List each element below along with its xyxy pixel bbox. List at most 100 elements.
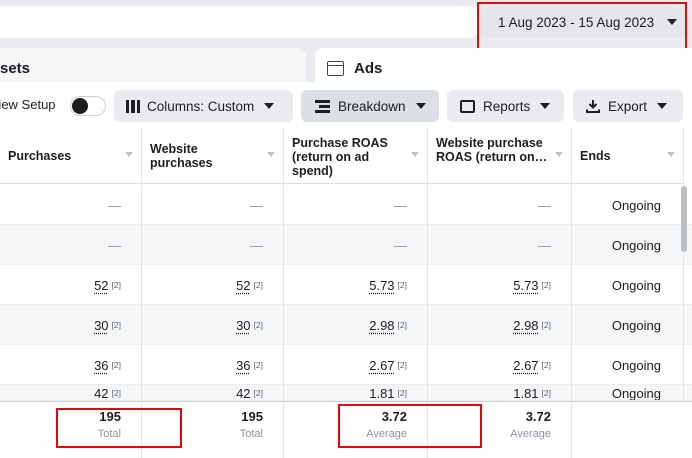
table-row[interactable]: — — — — Ongoing	[0, 225, 692, 265]
highlight-average-roas	[338, 404, 482, 448]
value[interactable]: 42	[236, 386, 250, 401]
header-label: Website purchases	[150, 142, 261, 170]
columns-icon	[126, 100, 140, 113]
cell-website-purchases: 42 [2]	[142, 385, 284, 401]
view-setup-label: View Setup	[0, 97, 56, 112]
header-label: Purchase ROAS (return on ad spend)	[292, 136, 405, 178]
breakdown-label: Breakdown	[338, 99, 406, 114]
cell-purchase-roas: 1.81 [2]	[284, 385, 428, 401]
highlight-total-purchases	[56, 408, 182, 448]
export-button[interactable]: Export	[573, 90, 683, 122]
value[interactable]: 30	[94, 318, 108, 333]
download-icon	[586, 99, 600, 113]
sort-icon	[125, 152, 133, 157]
footnote: [2]	[398, 280, 407, 290]
table-row[interactable]: 30 [2] 30 [2] 2.98 [2] 2.98 [2] Ongoing	[0, 305, 692, 345]
value[interactable]: 36	[236, 358, 250, 373]
breakdown-button[interactable]: Breakdown	[301, 90, 439, 122]
cell-purchases: —	[0, 185, 142, 225]
value[interactable]: 5.73	[369, 278, 394, 293]
footnote: [2]	[542, 388, 551, 398]
chevron-down-icon	[540, 103, 550, 109]
breakdown-icon	[315, 100, 330, 113]
value[interactable]: 52	[236, 278, 250, 293]
cell-purchase-roas: —	[284, 185, 428, 225]
chevron-down-icon	[657, 103, 667, 109]
value[interactable]: 1.81	[513, 386, 538, 401]
sort-icon	[667, 152, 675, 157]
view-setup-toggle[interactable]	[70, 96, 106, 116]
footnote: [2]	[112, 388, 121, 398]
column-header-website-purchases[interactable]: Website purchases	[142, 128, 284, 184]
tab-ad-sets-label: sets	[0, 60, 30, 77]
value[interactable]: 5.73	[513, 278, 538, 293]
footnote: [2]	[254, 388, 263, 398]
footnote: [2]	[398, 360, 407, 370]
cell-ends: Ongoing	[572, 265, 684, 305]
vertical-scrollbar[interactable]	[681, 186, 687, 252]
column-header-ends[interactable]: Ends	[572, 128, 684, 184]
value[interactable]: 2.98	[513, 318, 538, 333]
cell-purchase-roas: —	[284, 225, 428, 265]
value[interactable]: 2.67	[369, 358, 394, 373]
column-header-purchases[interactable]: Purchases	[0, 128, 142, 184]
cell-website-roas: 1.81 [2]	[428, 385, 572, 401]
cell-website-purchases: —	[142, 185, 284, 225]
reports-button[interactable]: Reports	[447, 90, 564, 122]
tab-ads-label: Ads	[354, 60, 382, 77]
reports-label: Reports	[483, 99, 530, 114]
sort-icon	[555, 152, 563, 157]
cell-purchase-roas: 2.67 [2]	[284, 345, 428, 385]
chevron-down-icon	[264, 103, 274, 109]
search-bar[interactable]	[0, 6, 478, 38]
cell-ends: Ongoing	[572, 385, 684, 401]
cell-purchases: 42 [2]	[0, 385, 142, 401]
footnote: [2]	[112, 360, 121, 370]
header-label: Ends	[580, 149, 611, 163]
cell-website-purchases: 30 [2]	[142, 305, 284, 345]
cell-website-roas: —	[428, 185, 572, 225]
value[interactable]: 42	[94, 386, 108, 401]
cell-purchases: —	[0, 225, 142, 265]
value[interactable]: 2.67	[513, 358, 538, 373]
cell-ends: Ongoing	[572, 305, 684, 345]
cell-purchases: 52 [2]	[0, 265, 142, 305]
footnote: [2]	[254, 360, 263, 370]
cell-purchases: 30 [2]	[0, 305, 142, 345]
column-header-website-purchase-roas[interactable]: Website purchase ROAS (return on…	[428, 128, 572, 184]
footnote: [2]	[112, 320, 121, 330]
value[interactable]: 30	[236, 318, 250, 333]
table-row[interactable]: 42 [2] 42 [2] 1.81 [2] 1.81 [2] Ongoing	[0, 385, 692, 401]
columns-button[interactable]: Columns: Custom	[114, 90, 293, 122]
toolbar: View Setup Columns: Custom Breakdown Rep…	[0, 82, 692, 128]
footnote: [2]	[254, 280, 263, 290]
cell-ends: Ongoing	[572, 345, 684, 385]
footnote: [2]	[254, 320, 263, 330]
value[interactable]: 52	[94, 278, 108, 293]
table-row[interactable]: — — — — Ongoing	[0, 185, 692, 225]
reports-icon	[460, 100, 475, 113]
footnote: [2]	[398, 388, 407, 398]
ads-window-icon	[327, 61, 344, 76]
cell-ends: Ongoing	[572, 225, 684, 265]
cell-purchase-roas: 5.73 [2]	[284, 265, 428, 305]
column-header-purchase-roas[interactable]: Purchase ROAS (return on ad spend)	[284, 128, 428, 184]
sort-icon	[411, 152, 419, 157]
table-row[interactable]: 52 [2] 52 [2] 5.73 [2] 5.73 [2] Ongoing	[0, 265, 692, 305]
toggle-knob	[72, 98, 88, 114]
cell-website-roas: —	[428, 225, 572, 265]
cell-website-roas: 5.73 [2]	[428, 265, 572, 305]
value[interactable]: 1.81	[369, 386, 394, 401]
header-label: Purchases	[8, 149, 71, 163]
chevron-down-icon	[416, 103, 426, 109]
table-row[interactable]: 36 [2] 36 [2] 2.67 [2] 2.67 [2] Ongoing	[0, 345, 692, 385]
value[interactable]: 36	[94, 358, 108, 373]
header-label: Website purchase ROAS (return on…	[436, 136, 549, 164]
footnote: [2]	[398, 320, 407, 330]
cell-website-purchases: —	[142, 225, 284, 265]
footnote: [2]	[542, 280, 551, 290]
value[interactable]: 2.98	[369, 318, 394, 333]
export-label: Export	[608, 99, 647, 114]
columns-label: Columns: Custom	[147, 99, 254, 114]
total-ends	[572, 402, 692, 458]
